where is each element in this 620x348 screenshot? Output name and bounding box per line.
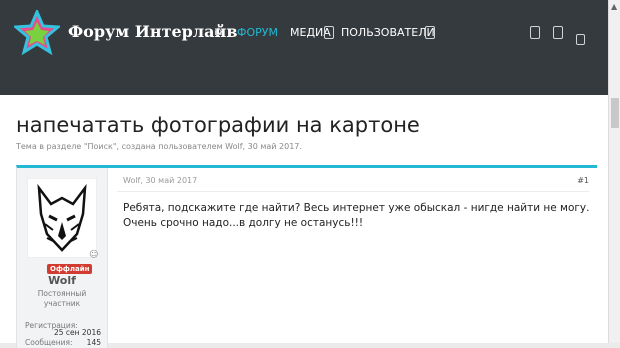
page-title: напечатать фотографии на картоне <box>16 113 420 137</box>
main-content: напечатать фотографии на картоне Тема в … <box>0 95 608 348</box>
home-icon[interactable]: ⌂ <box>214 24 222 39</box>
status-badge: Оффлайн <box>47 264 93 274</box>
username[interactable]: Wolf <box>17 274 107 287</box>
post-user-info: ☺ Оффлайн Wolf Постоянный участник Регис… <box>17 168 108 348</box>
avatar[interactable] <box>27 178 97 258</box>
post-number[interactable]: #1 <box>577 176 589 185</box>
nav-users[interactable]: ПОЛЬЗОВАТЕЛИ <box>341 26 435 39</box>
user-title-line-2: участник <box>43 299 81 308</box>
stat-registration-value: 25 сен 2016 <box>53 328 101 337</box>
users-icon <box>425 26 435 39</box>
scroll-thumb[interactable] <box>611 98 619 128</box>
post: ☺ Оффлайн Wolf Постоянный участник Регис… <box>16 165 597 348</box>
menu-icon[interactable] <box>576 34 585 45</box>
scroll-up-icon[interactable]: ▲ <box>611 2 617 11</box>
search-icon[interactable] <box>530 26 540 39</box>
media-icon <box>324 26 334 39</box>
thread-meta: Тема в разделе "Поиск", создана пользова… <box>16 142 302 151</box>
mood-icon[interactable]: ☺ <box>89 250 98 260</box>
star-logo-icon[interactable] <box>14 10 60 56</box>
site-title[interactable]: Форум Интерлайв <box>68 22 238 41</box>
user-title: Постоянный участник <box>17 289 107 309</box>
post-date[interactable]: Wolf, 30 май 2017 <box>123 176 197 185</box>
post-message: Ребята, подскажите где найти? Весь интер… <box>123 202 590 229</box>
nav-forum[interactable]: ФОРУМ <box>237 26 278 39</box>
inbox-icon[interactable] <box>553 26 563 39</box>
site-header: Форум Интерлайв ⌂ ФОРУМ МЕДИА ПОЛЬЗОВАТЕ… <box>0 0 608 95</box>
scrollbar[interactable]: ▲ <box>608 0 620 343</box>
post-divider <box>117 191 589 192</box>
user-title-line-1: Постоянный <box>37 289 87 298</box>
